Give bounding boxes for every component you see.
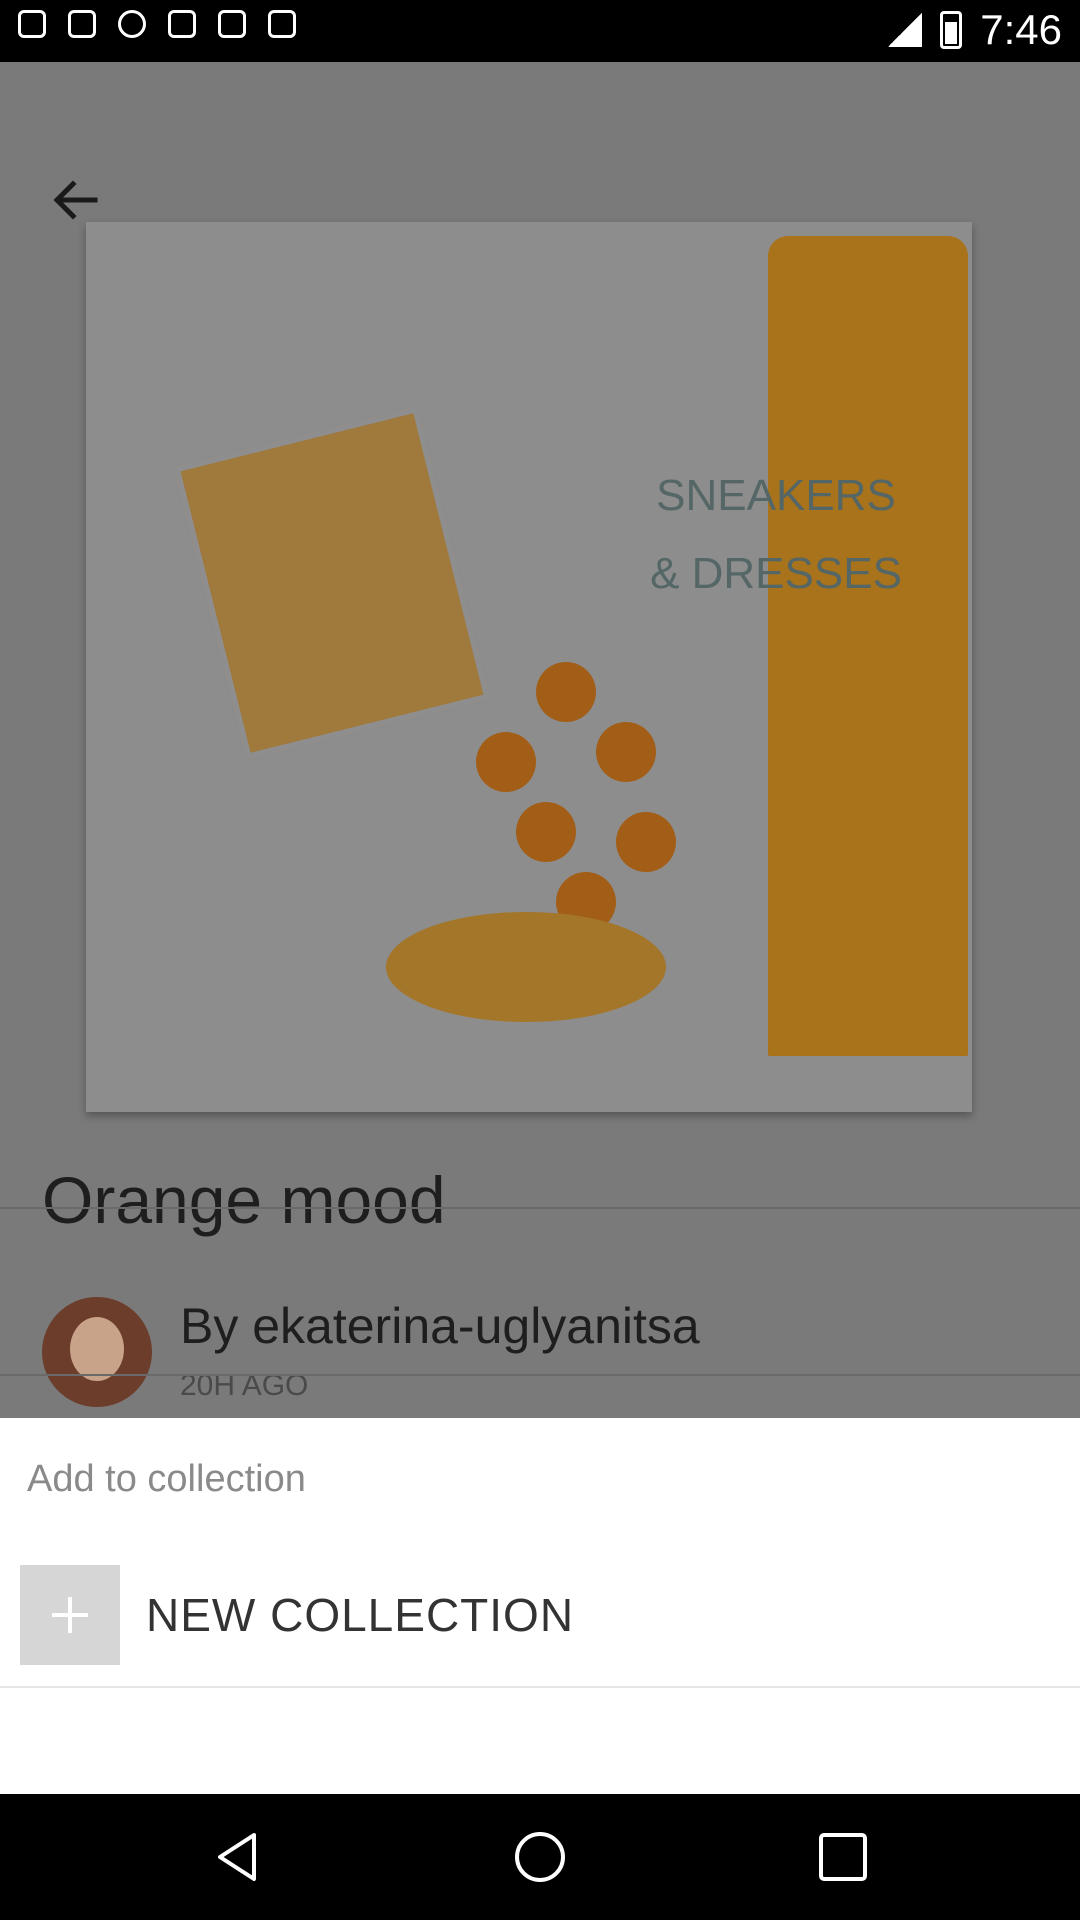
sheet-divider (0, 1686, 1080, 1688)
artwork-book (173, 406, 491, 760)
artwork-caption: SNEAKERS & DRESSES (566, 457, 972, 613)
divider (0, 1207, 1080, 1209)
lock-icon (218, 10, 246, 38)
navigation-bar (0, 1794, 1080, 1920)
artwork-dress (768, 236, 968, 1056)
status-right: 7:46 (888, 6, 1062, 54)
gallery-icon (18, 10, 46, 38)
artwork-flowers (456, 662, 706, 932)
post-artwork[interactable]: SNEAKERS & DRESSES (86, 222, 972, 1112)
home-circle-icon[interactable] (512, 1829, 568, 1885)
status-bar: 7:46 (0, 0, 1080, 62)
artwork-caption-line-1: SNEAKERS (656, 471, 896, 520)
post-detail-screen: SNEAKERS & DRESSES Orange mood By ekater… (0, 62, 1080, 1418)
sheet-title: Add to collection (27, 1458, 306, 1500)
artwork-caption-line-2: & DRESSES (650, 549, 902, 598)
back-arrow-icon[interactable] (45, 170, 105, 230)
plus-icon[interactable] (20, 1565, 120, 1665)
status-left-icons (18, 10, 296, 38)
new-collection-label[interactable]: NEW COLLECTION (146, 1588, 574, 1642)
data-saver-icon (118, 10, 146, 38)
battery-icon (940, 11, 963, 49)
recents-square-icon[interactable] (815, 1829, 871, 1885)
status-time: 7:46 (980, 6, 1062, 53)
artwork-shoe (386, 912, 666, 1022)
back-triangle-icon[interactable] (210, 1829, 266, 1885)
fake-gps-icon (168, 10, 196, 38)
instagram-icon (268, 10, 296, 38)
post-title: Orange mood (42, 1163, 446, 1237)
new-collection-button[interactable]: NEW COLLECTION (20, 1565, 574, 1665)
add-to-collection-sheet: Add to collection NEW COLLECTION (0, 1418, 1080, 1794)
divider (0, 1374, 1080, 1376)
author-avatar[interactable] (42, 1297, 152, 1407)
author-line[interactable]: By ekaterina-uglyanitsa (180, 1297, 700, 1355)
signal-icon (888, 13, 923, 47)
flipboard-icon (68, 10, 96, 38)
